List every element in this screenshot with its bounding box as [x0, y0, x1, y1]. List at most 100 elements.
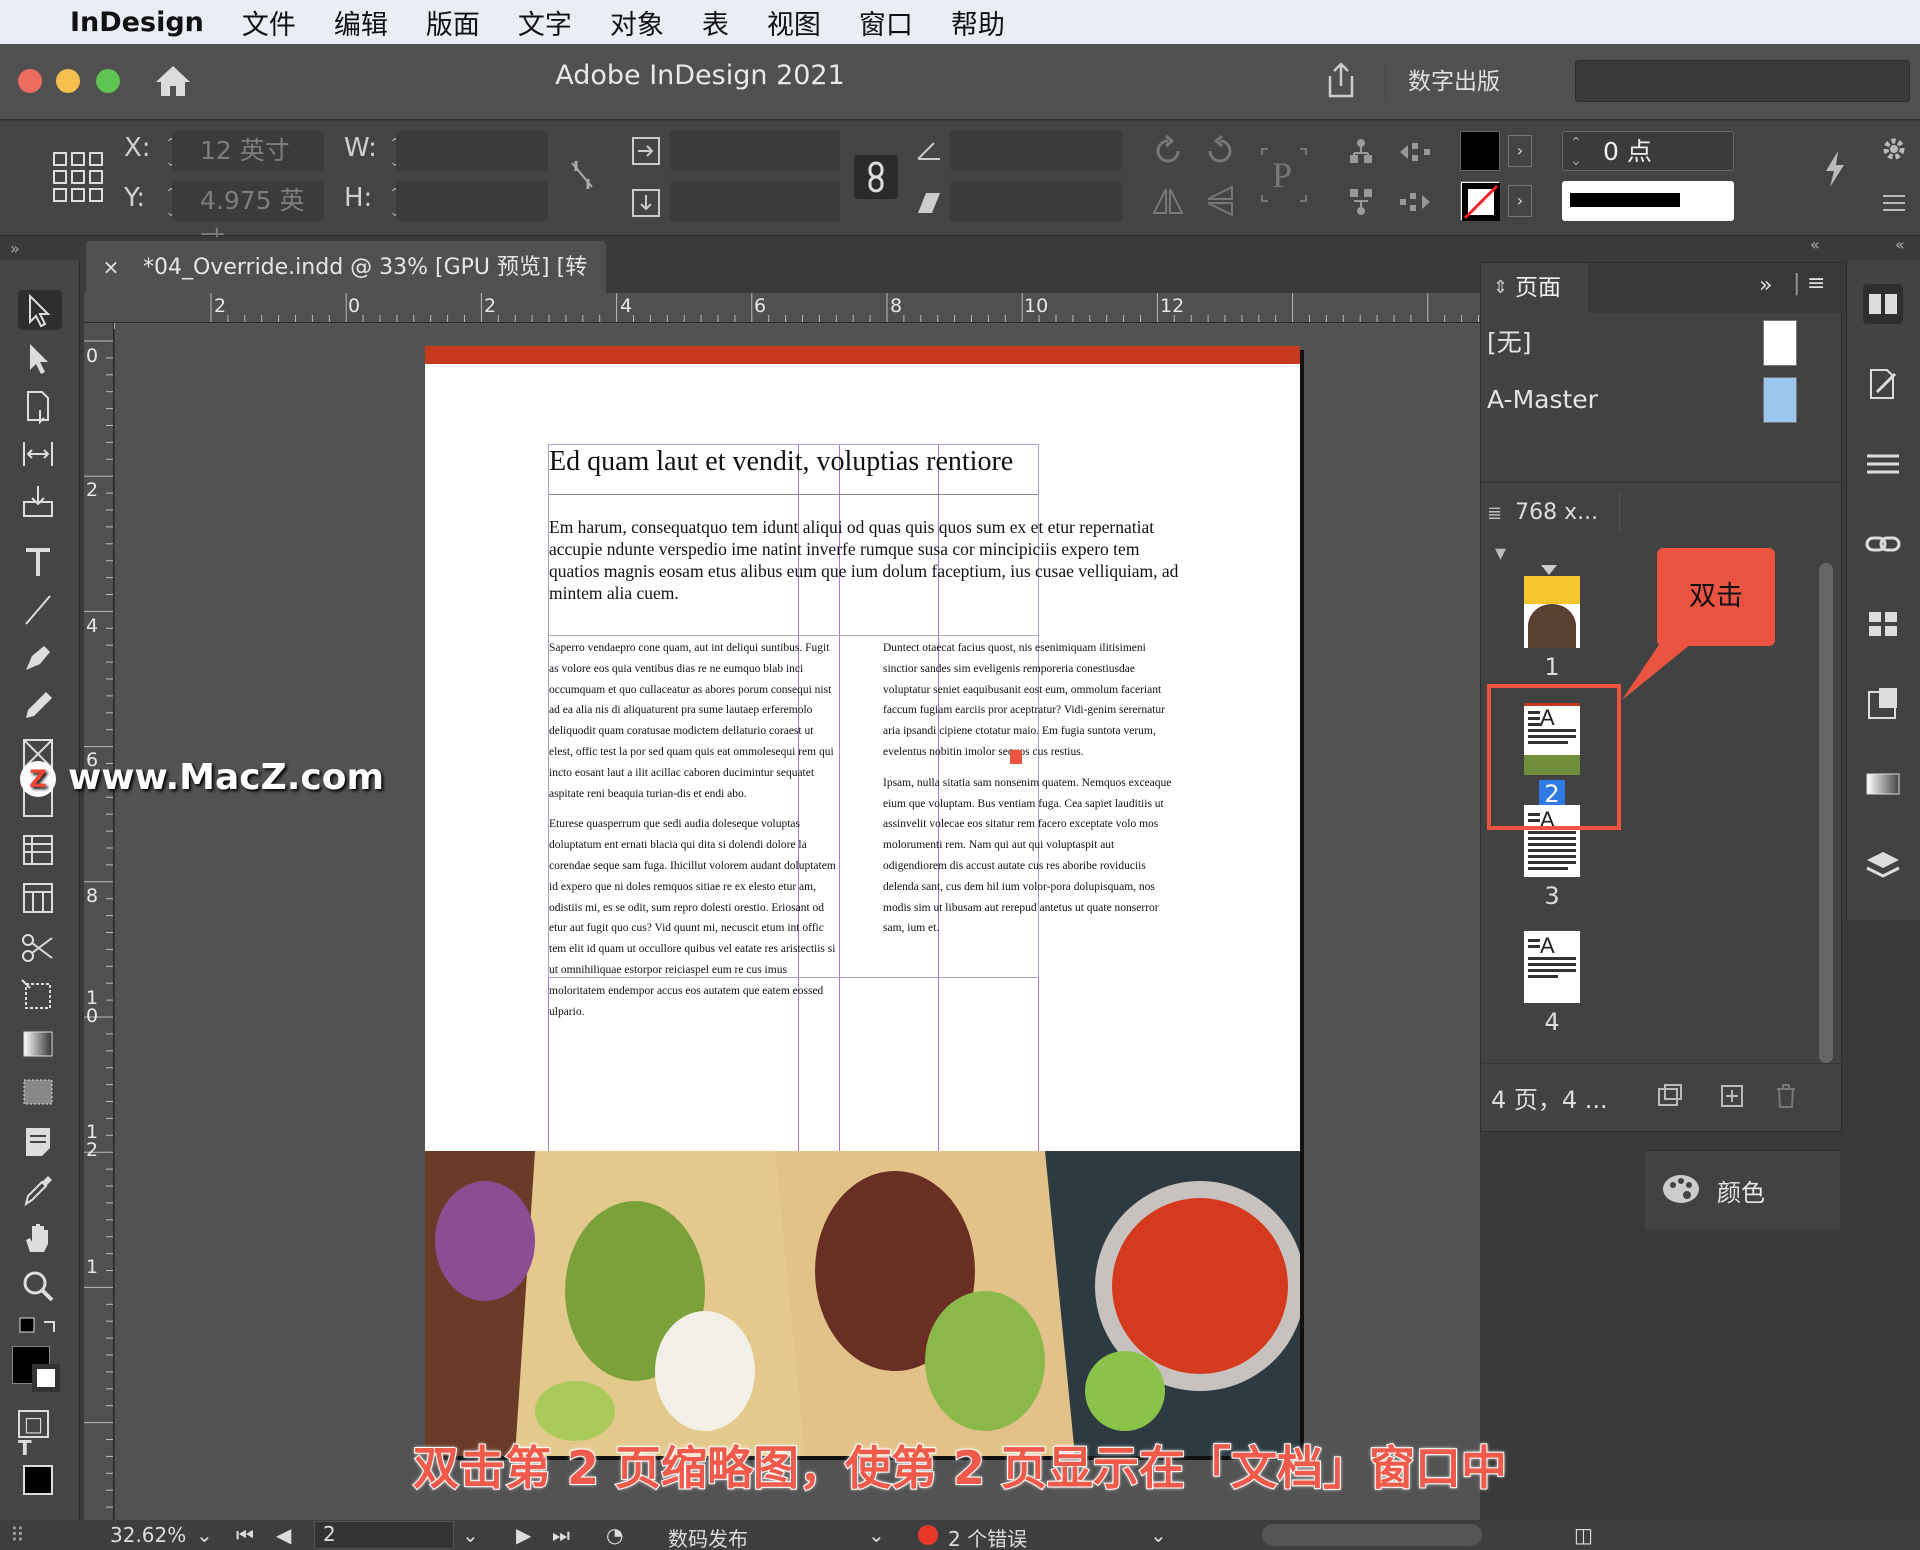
body-column-2[interactable]: Duntect otaecat facius quost, nis esenim…	[883, 638, 1175, 939]
collapse-panels-icon[interactable]: «	[1810, 235, 1820, 254]
pages-scrollbar[interactable]	[1819, 563, 1833, 1063]
hand-tool-icon[interactable]	[18, 1218, 62, 1258]
edit-page-size-icon[interactable]	[1655, 1081, 1685, 1111]
menu-layout[interactable]: 版面	[426, 3, 480, 42]
flip-horizontal-icon[interactable]	[1150, 183, 1186, 219]
scale-x-dropdown[interactable]	[670, 131, 840, 171]
close-tab-icon[interactable]: ×	[86, 241, 136, 293]
workspace-switcher[interactable]: 数字出版 ⌄	[1385, 62, 1535, 135]
previous-page-icon[interactable]: ◀	[276, 1523, 291, 1547]
menu-view[interactable]: 视图	[767, 3, 821, 42]
links-panel-icon[interactable]	[1863, 524, 1903, 564]
reference-point-icon[interactable]	[52, 151, 104, 203]
gap-tool-icon[interactable]	[18, 434, 62, 474]
select-next-icon[interactable]	[1396, 185, 1434, 219]
error-count[interactable]: 2 个错误	[948, 1523, 1027, 1550]
flip-vertical-icon[interactable]	[1202, 183, 1238, 219]
page-1-thumbnail[interactable]	[1524, 576, 1580, 648]
grid-tool-icon[interactable]	[18, 878, 62, 918]
lightning-icon[interactable]	[1820, 149, 1850, 189]
body-column-1[interactable]: Saperro vendaepro cone quam, aut int del…	[549, 638, 839, 1022]
tacos-photo[interactable]	[425, 1151, 1300, 1456]
master-none[interactable]: [无]	[1481, 318, 1797, 368]
gradient-feather-tool-icon[interactable]	[18, 1072, 62, 1112]
menu-help[interactable]: 帮助	[951, 3, 1005, 42]
page-4-thumbnail[interactable]: A	[1524, 931, 1580, 1003]
document-page[interactable]: Ed quam laut et vendit, voluptias rentio…	[425, 346, 1300, 1456]
links-edit-panel-icon[interactable]	[1863, 364, 1903, 404]
y-field[interactable]: 4.975 英寸	[172, 181, 324, 255]
pasteboard[interactable]: Ed quam laut et vendit, voluptias rentio…	[115, 323, 1480, 1520]
last-page-icon[interactable]: ⏭	[552, 1523, 570, 1547]
stroke-panel-icon[interactable]	[1863, 604, 1903, 644]
stroke-swatch[interactable]	[1460, 181, 1500, 221]
rotate-clockwise-icon[interactable]	[1150, 133, 1186, 169]
profile-dropdown-icon[interactable]: ⌄	[868, 1523, 885, 1547]
h-field[interactable]	[396, 181, 548, 221]
select-content-icon[interactable]	[1344, 185, 1378, 219]
free-transform-tool-icon[interactable]	[18, 976, 62, 1016]
panel-menu-icon[interactable]: ≡	[1807, 271, 1825, 296]
errors-dropdown-icon[interactable]: ⌄	[1150, 1523, 1167, 1547]
preflight-icon[interactable]: ◔	[606, 1523, 623, 1547]
pages-panel-icon[interactable]	[1863, 284, 1903, 324]
color-panel[interactable]: 颜色	[1645, 1150, 1840, 1230]
shear-dropdown[interactable]	[950, 181, 1122, 221]
collapse-dock-icon[interactable]: «	[1895, 235, 1905, 254]
next-page-icon[interactable]: ▶	[516, 1523, 531, 1547]
pencil-tool-icon[interactable]	[18, 686, 62, 726]
master-a[interactable]: A-Master	[1481, 375, 1797, 425]
document-tab[interactable]: × *04_Override.indd @ 33% [GPU 预览] [转换]	[86, 241, 606, 332]
zoom-dropdown-icon[interactable]: ⌄	[196, 1523, 213, 1547]
first-page-icon[interactable]: ⏮	[236, 1523, 254, 1547]
fill-swatch[interactable]	[1460, 131, 1500, 171]
zoom-tool-icon[interactable]	[18, 1266, 62, 1306]
x-field[interactable]: 12 英寸	[172, 131, 324, 171]
default-colors-icon[interactable]	[18, 1316, 62, 1340]
gradient-swatch-tool-icon[interactable]	[18, 1024, 62, 1064]
type-tool-icon[interactable]	[18, 542, 62, 582]
thumbnail-size-dropdown[interactable]: ≣ 768 x... ▾	[1481, 493, 1621, 566]
trash-icon[interactable]	[1771, 1081, 1801, 1111]
horizontal-scrollbar[interactable]	[1262, 1524, 1482, 1546]
preflight-profile[interactable]: 数码发布	[668, 1523, 748, 1550]
fill-stroke-swatches[interactable]	[12, 1346, 62, 1396]
menu-table[interactable]: 表	[702, 3, 729, 42]
gear-icon[interactable]	[1880, 135, 1908, 163]
direct-selection-tool-icon[interactable]	[18, 338, 62, 378]
stroke-color-swatch[interactable]	[32, 1364, 60, 1392]
constrain-proportions-icon[interactable]	[854, 155, 898, 199]
app-menu[interactable]: InDesign	[70, 7, 204, 38]
fill-arrow-button[interactable]: ›	[1508, 135, 1532, 167]
page-number-field[interactable]: 2	[314, 1521, 454, 1549]
menu-window[interactable]: 窗口	[859, 3, 913, 42]
article-heading[interactable]: Ed quam laut et vendit, voluptias rentio…	[549, 446, 1189, 478]
rotate-counterclockwise-icon[interactable]	[1202, 133, 1238, 169]
w-field[interactable]	[396, 131, 548, 171]
scale-y-dropdown[interactable]	[670, 181, 840, 221]
page-dropdown-icon[interactable]: ⌄	[462, 1523, 479, 1547]
page-tool-icon[interactable]	[18, 386, 62, 426]
stroke-weight-stepper[interactable]: ⌃ ⌄	[1567, 134, 1585, 170]
menu-type[interactable]: 文字	[518, 3, 572, 42]
split-window-icon[interactable]: ◫	[1574, 1523, 1593, 1547]
stroke-type-dropdown[interactable]	[1562, 181, 1734, 221]
search-input[interactable]	[1575, 60, 1910, 102]
expand-panel-icon[interactable]: »	[1759, 273, 1772, 298]
menu-edit[interactable]: 编辑	[334, 3, 388, 42]
menu-object[interactable]: 对象	[610, 3, 664, 42]
content-collector-icon[interactable]	[18, 482, 62, 522]
pen-tool-icon[interactable]	[18, 638, 62, 678]
selection-tool-icon[interactable]	[18, 290, 62, 330]
eyedropper-tool-icon[interactable]	[18, 1170, 62, 1210]
gradient-panel-icon[interactable]	[1863, 764, 1903, 804]
scissors-tool-icon[interactable]	[18, 928, 62, 968]
collapse-toolbox-icon[interactable]: »	[10, 239, 20, 258]
share-icon[interactable]	[1318, 58, 1364, 104]
select-container-icon[interactable]	[1344, 135, 1378, 169]
new-page-icon[interactable]	[1717, 1081, 1747, 1111]
stroke-arrow-button[interactable]: ›	[1508, 185, 1532, 217]
select-previous-icon[interactable]	[1396, 135, 1434, 169]
note-tool-icon[interactable]	[18, 1122, 62, 1162]
zoom-field[interactable]: 32.62%	[110, 1523, 186, 1547]
